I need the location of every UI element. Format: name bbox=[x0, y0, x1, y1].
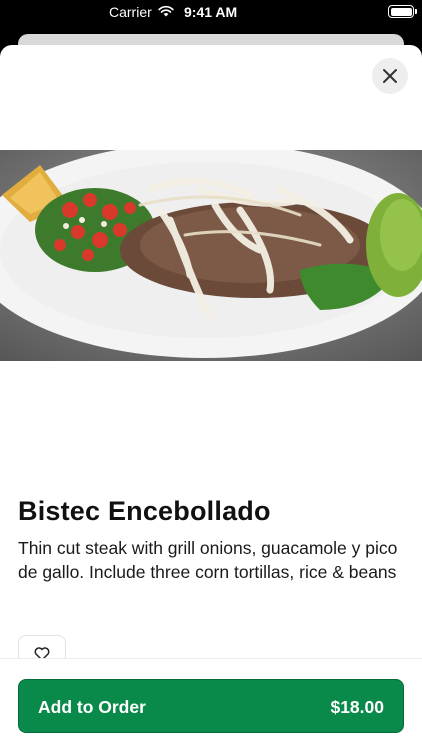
item-title: Bistec Encebollado bbox=[18, 496, 271, 526]
dish-photo-illustration bbox=[0, 150, 422, 361]
add-to-order-label: Add to Order bbox=[38, 697, 146, 717]
bottom-action-bar: Add to Order $18.00 bbox=[0, 658, 422, 750]
status-time: 9:41 AM bbox=[184, 4, 238, 20]
status-bar: Carrier 9:41 AM bbox=[0, 0, 422, 24]
item-price: $18.00 bbox=[330, 697, 384, 717]
item-detail-sheet: Bistec Encebollado Thin cut steak with g… bbox=[0, 45, 422, 750]
carrier-label: Carrier bbox=[109, 4, 152, 20]
close-icon bbox=[383, 69, 397, 83]
dish-image bbox=[0, 150, 422, 361]
item-description: Thin cut steak with grill onions, guacam… bbox=[18, 538, 398, 582]
wifi-icon bbox=[158, 5, 174, 17]
close-button[interactable] bbox=[372, 58, 408, 94]
add-to-order-button[interactable]: Add to Order $18.00 bbox=[18, 679, 404, 733]
battery-icon bbox=[388, 5, 417, 18]
